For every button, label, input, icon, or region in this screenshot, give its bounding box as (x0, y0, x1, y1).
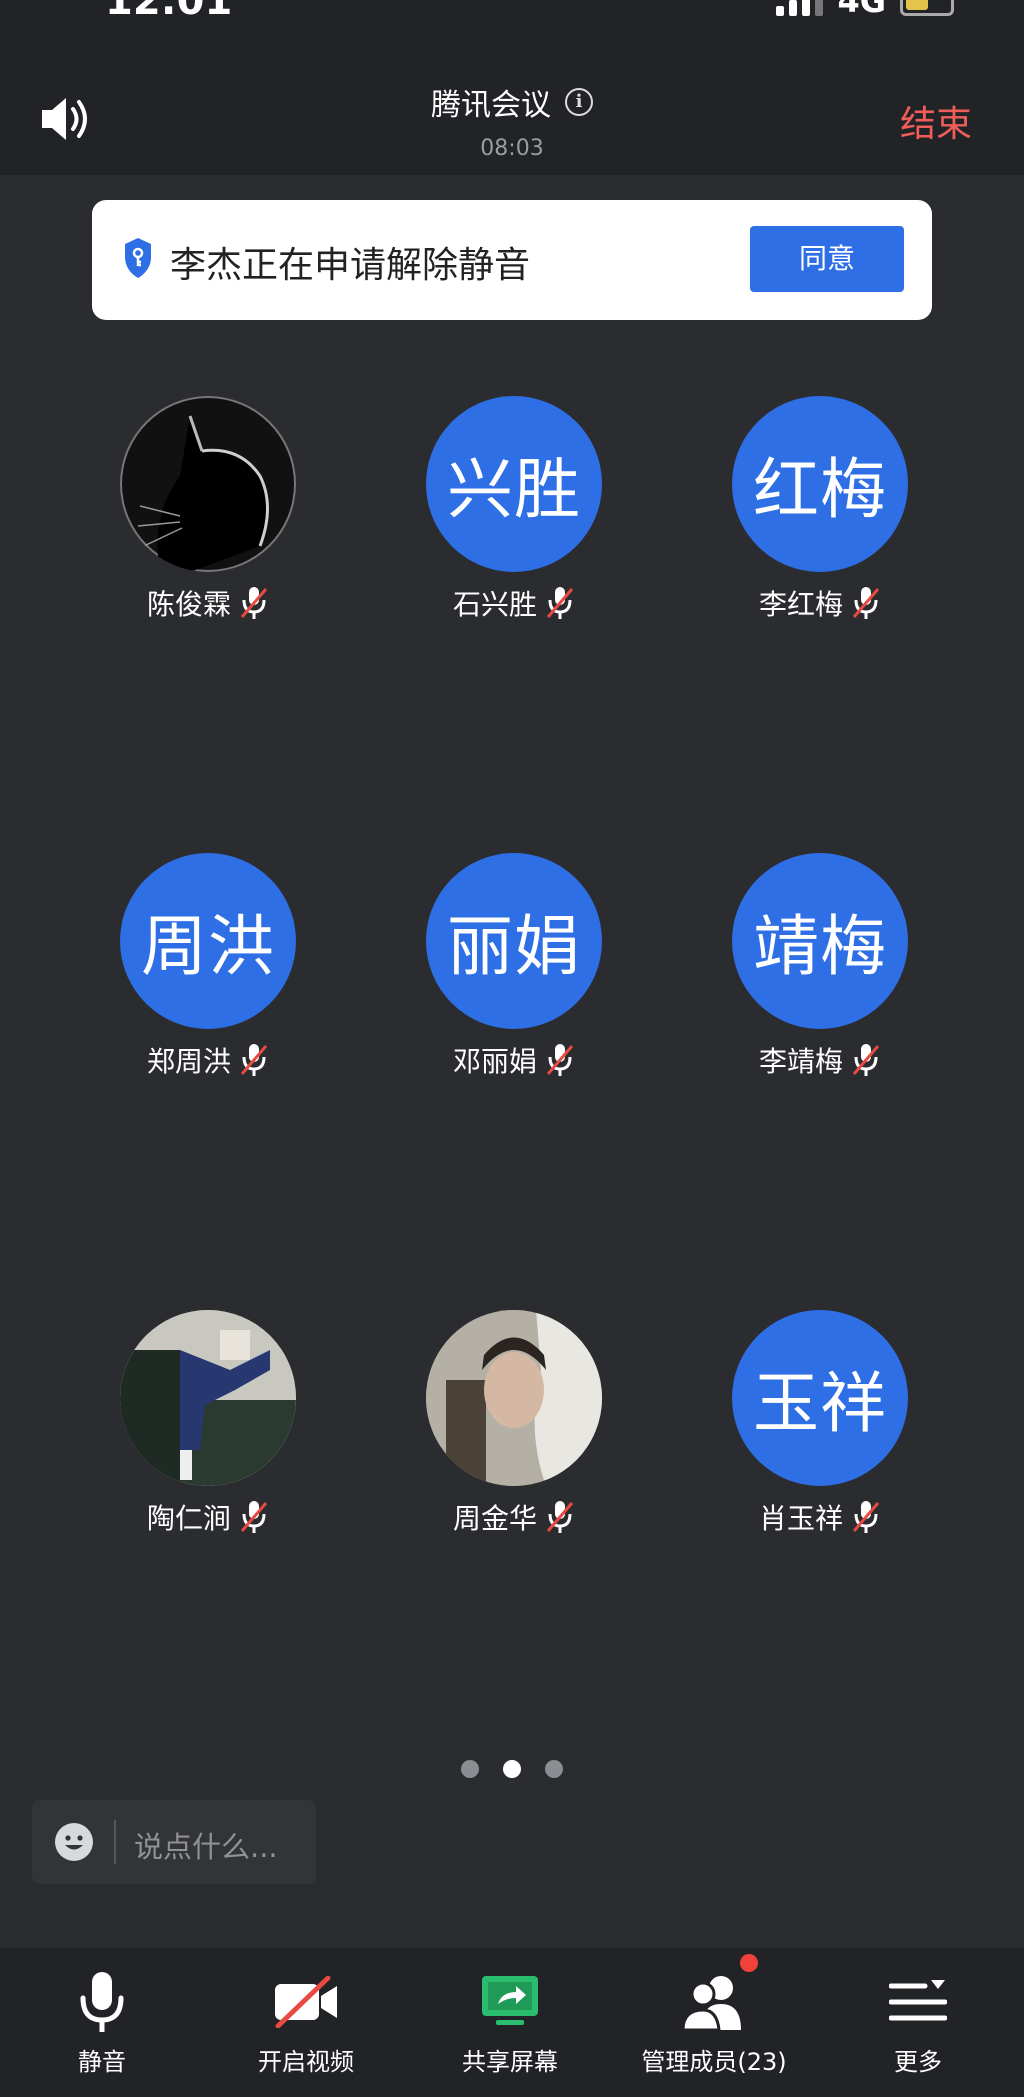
unmute-request-banner: 李杰正在申请解除静音 同意 (92, 200, 932, 320)
mic-off-icon (546, 1044, 574, 1076)
cat-silhouette-image (137, 415, 269, 572)
mic-off-icon (546, 587, 574, 619)
participant-avatar: 兴胜 (426, 396, 602, 572)
notification-badge (740, 1954, 758, 1972)
page-dot[interactable] (461, 1760, 479, 1778)
network-type: 4G (837, 0, 886, 20)
status-bar: 12:01 4G (0, 0, 1024, 40)
participant-name: 陈俊霖 (146, 588, 231, 621)
participant-avatar: 红梅 (732, 396, 908, 572)
person-photo-image (120, 1310, 296, 1486)
share-screen-label: 共享屏幕 (462, 2048, 558, 2076)
members-icon (681, 1976, 741, 2032)
page-dot-active[interactable] (503, 1760, 521, 1778)
microphone-icon (80, 1972, 124, 2032)
more-menu-icon (889, 1980, 947, 2021)
chat-input[interactable]: 说点什么... (32, 1800, 316, 1884)
mic-off-icon (546, 1501, 574, 1533)
mic-off-icon (240, 587, 268, 619)
participant-name: 石兴胜 (452, 588, 537, 621)
mic-off-icon (852, 1501, 880, 1533)
status-indicators: 4G (776, 0, 954, 20)
participant-avatar (120, 396, 296, 572)
agree-button[interactable]: 同意 (750, 226, 904, 292)
participant-name: 邓丽娟 (452, 1045, 537, 1078)
mic-off-icon (240, 1501, 268, 1533)
manage-members-button[interactable]: 管理成员(23) (612, 1948, 816, 2097)
participant-name: 陶仁涧 (146, 1502, 231, 1535)
request-text: 李杰正在申请解除静音 (170, 245, 531, 286)
meeting-header: 腾讯会议 08:03 结束 (0, 40, 1024, 175)
page-indicator (0, 1760, 1024, 1778)
mic-off-icon (852, 587, 880, 619)
manage-members-label: 管理成员(23) (641, 2048, 787, 2076)
chat-placeholder: 说点什么... (134, 1830, 278, 1864)
mic-off-icon (852, 1044, 880, 1076)
share-screen-icon (482, 1976, 538, 2025)
participant-avatar: 玉祥 (732, 1310, 908, 1486)
participant-avatar: 靖梅 (732, 853, 908, 1029)
share-screen-button[interactable]: 共享屏幕 (408, 1948, 612, 2097)
status-time: 12:01 (105, 0, 233, 24)
shield-key-icon (125, 238, 151, 278)
mute-label: 静音 (78, 2048, 126, 2076)
participant-name: 李红梅 (758, 588, 843, 621)
start-video-button[interactable]: 开启视频 (204, 1948, 408, 2097)
participant-avatar (426, 1310, 602, 1486)
page-dot[interactable] (545, 1760, 563, 1778)
chat-divider (114, 1820, 116, 1864)
more-label: 更多 (894, 2048, 942, 2076)
meeting-title-block: 腾讯会议 08:03 (0, 80, 1024, 161)
participant-name: 李靖梅 (758, 1045, 843, 1078)
meeting-title: 腾讯会议 (431, 88, 551, 123)
info-icon[interactable] (565, 88, 593, 116)
participant-name: 肖玉祥 (758, 1502, 843, 1535)
bottom-toolbar: 静音 开启视频 共享屏幕 管理成员(23) 更多 (0, 1948, 1024, 2097)
participant-avatar: 丽娟 (426, 853, 602, 1029)
portrait-photo-image (426, 1310, 602, 1486)
battery-icon (900, 0, 954, 16)
end-meeting-button[interactable]: 结束 (900, 95, 972, 147)
signal-icon (776, 0, 824, 16)
participant-avatar (120, 1310, 296, 1486)
participant-name: 郑周洪 (146, 1045, 231, 1078)
more-button[interactable]: 更多 (816, 1948, 1020, 2097)
mic-off-icon (240, 1044, 268, 1076)
meeting-timer: 08:03 (480, 136, 544, 161)
start-video-label: 开启视频 (258, 2048, 354, 2076)
emoji-icon[interactable] (54, 1822, 94, 1862)
mute-button[interactable]: 静音 (0, 1948, 204, 2097)
video-off-icon (275, 1976, 337, 2028)
participant-avatar: 周洪 (120, 853, 296, 1029)
participant-name: 周金华 (452, 1502, 537, 1535)
